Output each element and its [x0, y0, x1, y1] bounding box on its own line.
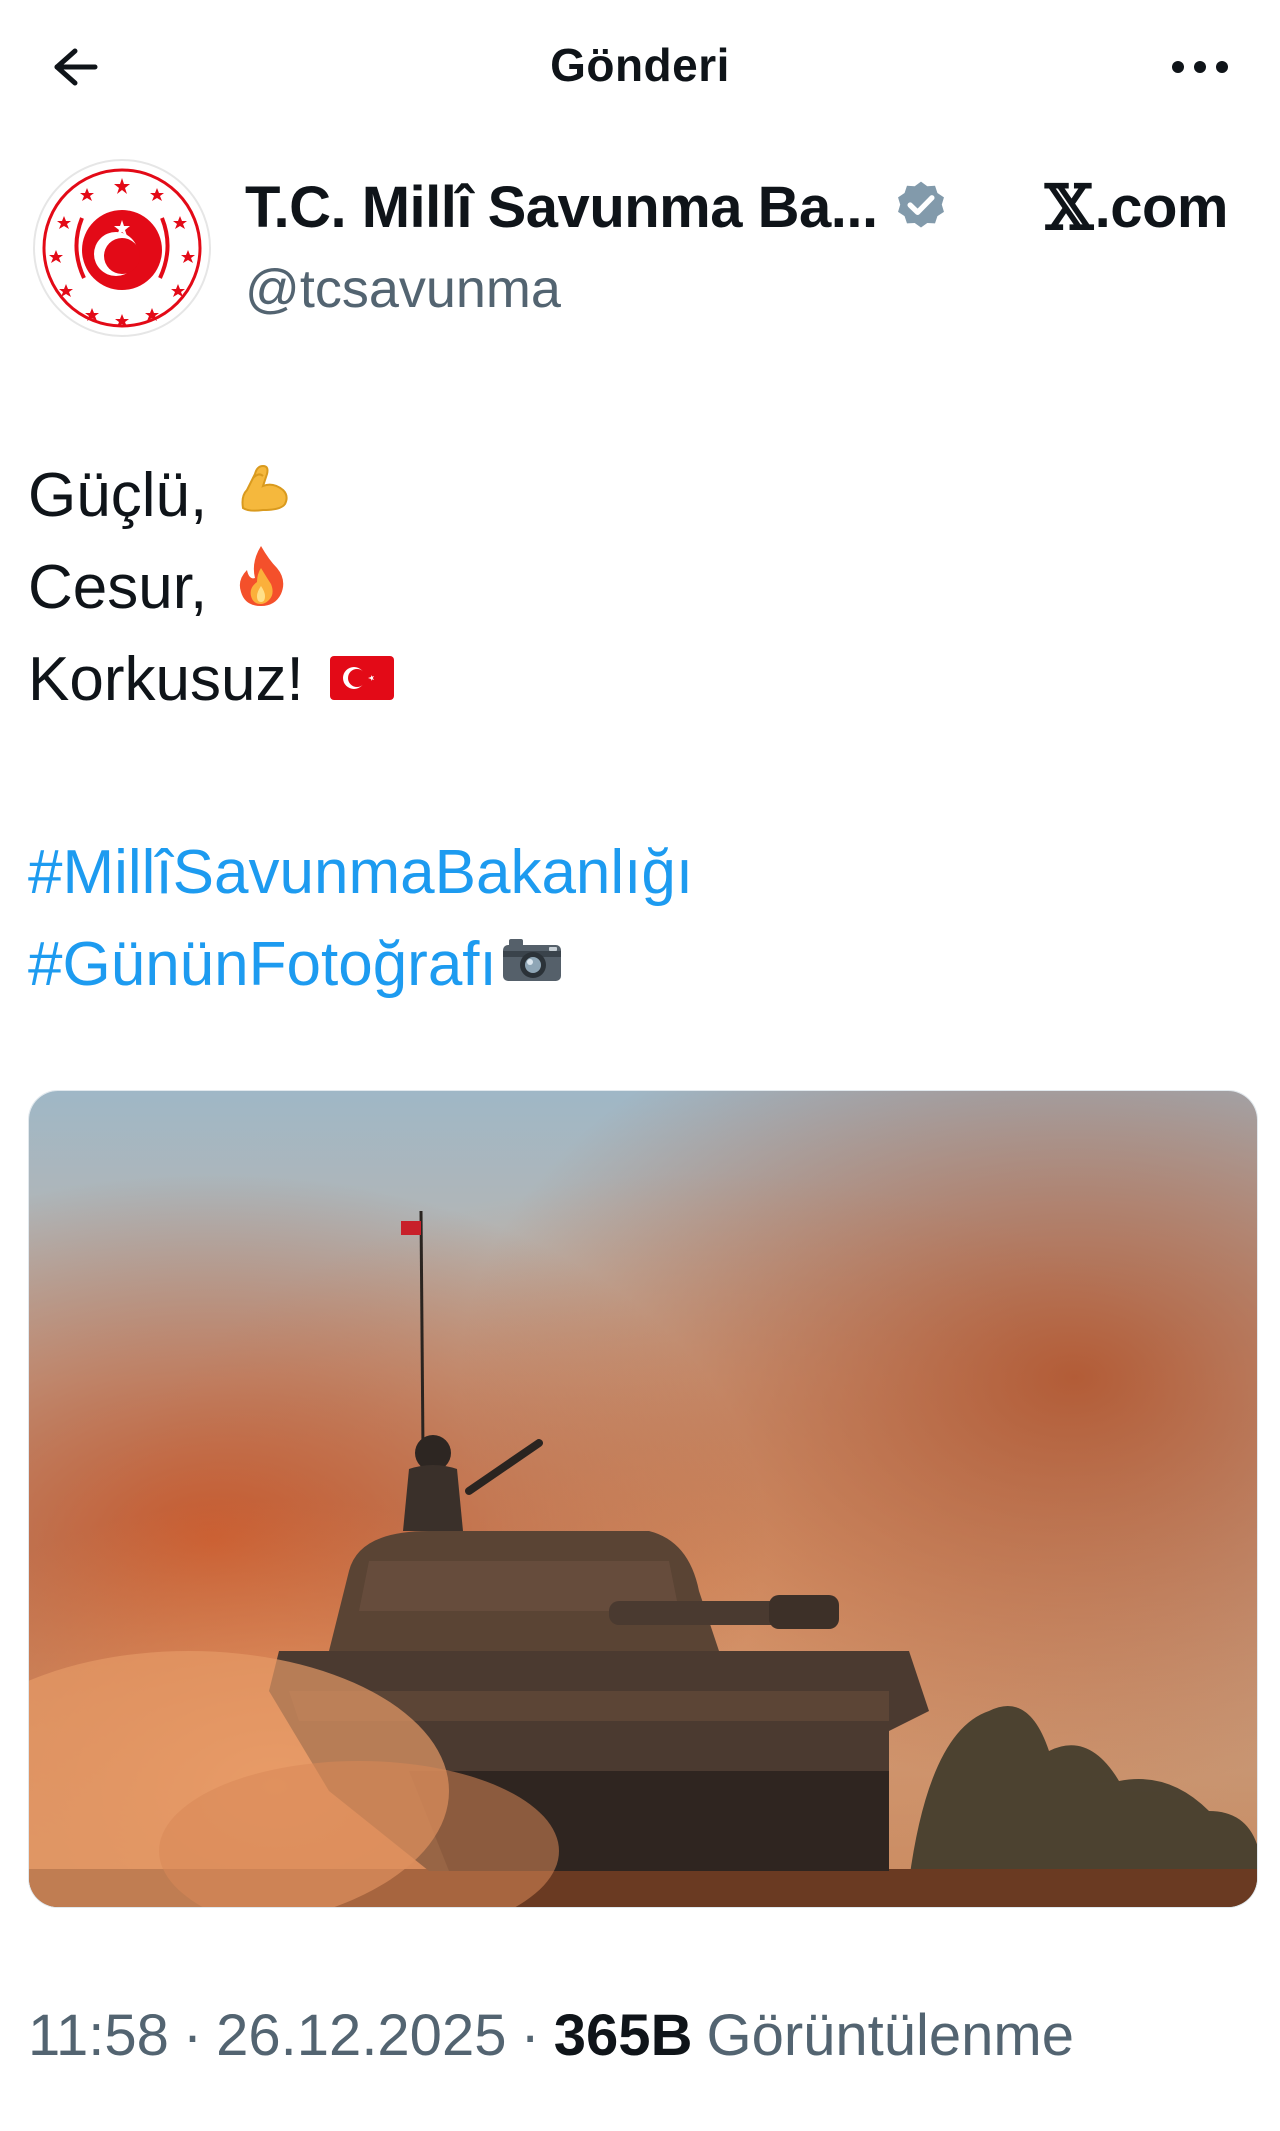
tweet-line-text: Korkusuz!	[28, 645, 304, 714]
turkish-ministry-of-defense-emblem	[33, 159, 211, 337]
fire-icon	[233, 542, 289, 634]
flexed-biceps-icon	[233, 450, 293, 542]
turkey-flag-icon	[329, 634, 394, 726]
page-title: Gönderi	[550, 39, 730, 91]
meta-separator: ·	[520, 2002, 540, 2068]
tweet-meta: 11:58 · 26.12.2025 · 365B Görüntülenme	[28, 1995, 1074, 2075]
tweet-line: Cesur,	[28, 542, 394, 634]
tweet-line: Güçlü,	[28, 450, 394, 542]
tweet-hashtags: #MillîSavunmaBakanlığı #GününFotoğrafı	[28, 827, 693, 1011]
hashtag-text: #MillîSavunmaBakanlığı	[28, 838, 694, 907]
meta-separator: ·	[182, 2002, 203, 2068]
author-handle[interactable]: @tcsavunma	[245, 258, 561, 320]
author-name-row: T.C. Millî Savunma Ba...	[245, 172, 950, 242]
tweet-line-text: Güçlü,	[28, 461, 208, 530]
avatar[interactable]	[32, 158, 212, 338]
more-horizontal-icon	[1172, 61, 1228, 73]
tweet-date[interactable]: 26.12.2025	[216, 2002, 506, 2069]
more-options-button[interactable]	[1160, 32, 1240, 102]
tweet-time[interactable]: 11:58	[28, 2002, 169, 2069]
tweet-line-text: Cesur,	[28, 553, 208, 622]
author-display-name[interactable]: T.C. Millî Savunma Ba...	[245, 174, 878, 241]
tweet-text: Güçlü, Cesur, Korkusuz!	[28, 450, 394, 726]
tank-in-dust-photo	[29, 1091, 1257, 1907]
tweet-photo[interactable]	[28, 1090, 1258, 1908]
verified-badge-icon	[897, 181, 944, 228]
hashtag-text: #GününFotoğrafı	[28, 930, 497, 999]
x-logo-icon: 𝕏	[1045, 170, 1093, 244]
hashtag-link[interactable]: #MillîSavunmaBakanlığı	[28, 827, 693, 919]
top-bar: Gönderi	[0, 0, 1280, 130]
camera-icon	[499, 919, 565, 1011]
views-label: Görüntülenme	[706, 2002, 1074, 2068]
source-watermark: 𝕏 .com	[1045, 170, 1229, 244]
source-label: .com	[1094, 174, 1229, 240]
tweet-line: Korkusuz!	[28, 634, 394, 726]
views-count: 365B	[553, 2002, 693, 2068]
hashtag-link[interactable]: #GününFotoğrafı	[28, 919, 693, 1011]
